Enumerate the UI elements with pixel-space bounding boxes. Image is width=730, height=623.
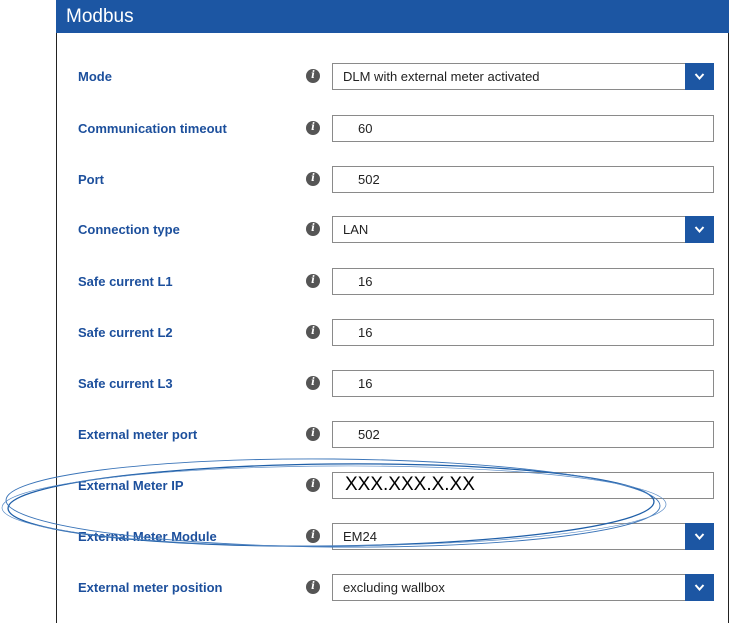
chevron-down-icon bbox=[694, 533, 705, 541]
setting-row-safe-current-l3: Safe current L3 i 16 bbox=[0, 359, 730, 409]
safe-current-l2-input[interactable]: 16 bbox=[332, 319, 714, 346]
chevron-down-icon bbox=[694, 73, 705, 81]
setting-label: Communication timeout bbox=[78, 121, 227, 136]
info-icon[interactable]: i bbox=[306, 274, 320, 288]
section-header: Modbus bbox=[56, 0, 729, 33]
section-title: Modbus bbox=[66, 6, 134, 27]
setting-row-connection-type: Connection type i LAN bbox=[0, 205, 730, 255]
external-meter-position-select[interactable]: excluding wallbox bbox=[332, 574, 714, 601]
setting-row-external-meter-ip: External Meter IP i XXX.XXX.X.XX bbox=[0, 461, 730, 511]
setting-label: Safe current L3 bbox=[78, 376, 173, 391]
dropdown-button[interactable] bbox=[685, 523, 714, 550]
setting-row-external-meter-port: External meter port i 502 bbox=[0, 410, 730, 460]
setting-row-safe-current-l2: Safe current L2 i 16 bbox=[0, 308, 730, 358]
setting-row-mode: Mode i DLM with external meter activated bbox=[0, 52, 730, 102]
input-value: 16 bbox=[358, 274, 373, 289]
setting-label: External Meter Module bbox=[78, 529, 217, 544]
input-value: 502 bbox=[358, 172, 380, 187]
info-icon[interactable]: i bbox=[306, 69, 320, 83]
communication-timeout-input[interactable]: 60 bbox=[332, 115, 714, 142]
setting-label: Mode bbox=[78, 69, 112, 84]
dropdown-button[interactable] bbox=[685, 216, 714, 243]
external-meter-ip-input[interactable]: XXX.XXX.X.XX bbox=[332, 472, 714, 499]
info-icon[interactable]: i bbox=[306, 172, 320, 186]
setting-row-external-meter-position: External meter position i excluding wall… bbox=[0, 563, 730, 613]
info-icon[interactable]: i bbox=[306, 222, 320, 236]
input-value: 16 bbox=[358, 376, 373, 391]
info-icon[interactable]: i bbox=[306, 376, 320, 390]
chevron-down-icon bbox=[694, 584, 705, 592]
setting-row-safe-current-l1: Safe current L1 i 16 bbox=[0, 257, 730, 307]
setting-label: External meter position bbox=[78, 580, 223, 595]
setting-label: External meter port bbox=[78, 427, 198, 442]
setting-row-communication-timeout: Communication timeout i 60 bbox=[0, 104, 730, 154]
info-icon[interactable]: i bbox=[306, 121, 320, 135]
select-value: DLM with external meter activated bbox=[343, 69, 540, 84]
info-icon[interactable]: i bbox=[306, 580, 320, 594]
connection-type-select[interactable]: LAN bbox=[332, 216, 714, 243]
setting-label: Safe current L2 bbox=[78, 325, 173, 340]
setting-label: External Meter IP bbox=[78, 478, 184, 493]
port-input[interactable]: 502 bbox=[332, 166, 714, 193]
info-icon[interactable]: i bbox=[306, 478, 320, 492]
select-value: LAN bbox=[343, 222, 369, 237]
mode-select[interactable]: DLM with external meter activated bbox=[332, 63, 714, 90]
select-value: excluding wallbox bbox=[343, 580, 445, 595]
setting-row-port: Port i 502 bbox=[0, 155, 730, 205]
info-icon[interactable]: i bbox=[306, 529, 320, 543]
dropdown-button[interactable] bbox=[685, 574, 714, 601]
setting-label: Safe current L1 bbox=[78, 274, 173, 289]
info-icon[interactable]: i bbox=[306, 325, 320, 339]
input-value: 60 bbox=[358, 121, 373, 136]
chevron-down-icon bbox=[694, 226, 705, 234]
setting-row-external-meter-module: External Meter Module i EM24 bbox=[0, 512, 730, 562]
safe-current-l3-input[interactable]: 16 bbox=[332, 370, 714, 397]
setting-label: Connection type bbox=[78, 222, 180, 237]
external-meter-port-input[interactable]: 502 bbox=[332, 421, 714, 448]
input-value: 16 bbox=[358, 325, 373, 340]
info-icon[interactable]: i bbox=[306, 427, 320, 441]
setting-label: Port bbox=[78, 172, 104, 187]
external-meter-module-select[interactable]: EM24 bbox=[332, 523, 714, 550]
select-value: EM24 bbox=[343, 529, 377, 544]
input-value: 502 bbox=[358, 427, 380, 442]
safe-current-l1-input[interactable]: 16 bbox=[332, 268, 714, 295]
dropdown-button[interactable] bbox=[685, 63, 714, 90]
input-value: XXX.XXX.X.XX bbox=[345, 474, 475, 495]
